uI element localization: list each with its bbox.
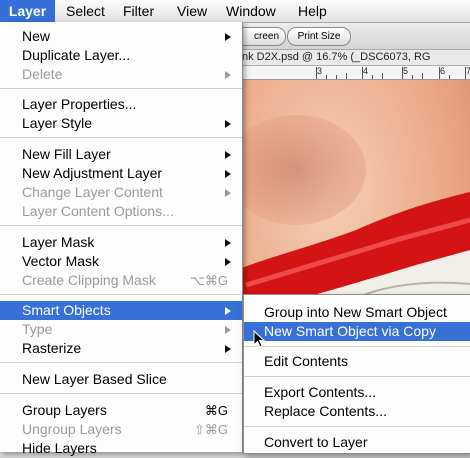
submenu-item-convert-to-layer[interactable]: Convert to Layer (244, 433, 470, 452)
menu-item-delete: Delete (0, 65, 242, 84)
menu-item-layer-properties[interactable]: Layer Properties... (0, 95, 242, 114)
menu-separator (244, 426, 470, 427)
layer-menu: New Duplicate Layer... Delete Layer Prop… (0, 22, 243, 456)
menu-item-label: Delete (22, 66, 63, 82)
triangle-right-icon (225, 71, 231, 79)
triangle-right-icon (225, 345, 231, 353)
menu-select[interactable]: Select (66, 0, 105, 22)
menu-item-type: Type (0, 320, 242, 339)
menu-item-label: New Layer Based Slice (22, 371, 167, 387)
ruler-number: 5 (403, 66, 409, 76)
menu-layer[interactable]: Layer (0, 0, 55, 22)
menu-item-hide-layers[interactable]: Hide Layers (0, 439, 242, 458)
menu-item-duplicate-layer[interactable]: Duplicate Layer... (0, 46, 242, 65)
menu-item-vector-mask[interactable]: Vector Mask (0, 252, 242, 271)
menu-item-label: Layer Properties... (22, 96, 137, 112)
submenu-item-replace-contents[interactable]: Replace Contents... (244, 402, 470, 421)
menu-bar: Layer Select Filter View Window Help (0, 0, 470, 23)
ruler-number: 3 (317, 66, 323, 76)
ruler-number: 4 (363, 66, 369, 76)
menu-separator (244, 376, 470, 377)
menu-item-label: New Fill Layer (22, 146, 111, 162)
triangle-right-icon (225, 326, 231, 334)
menu-separator (244, 346, 470, 347)
horizontal-ruler: 3 4 5 6 7 (236, 66, 470, 80)
menu-item-new[interactable]: New (0, 27, 242, 46)
menu-help[interactable]: Help (298, 0, 327, 22)
menu-item-new-fill-layer[interactable]: New Fill Layer (0, 145, 242, 164)
menu-item-label: Duplicate Layer... (22, 47, 131, 63)
menu-item-label: Create Clipping Mask (22, 272, 156, 288)
shortcut-label: ⇧⌘G (193, 422, 228, 437)
triangle-right-icon (225, 258, 231, 266)
menu-item-label: Group into New Smart Object (264, 304, 447, 320)
menu-item-group-layers[interactable]: Group Layers ⌘G (0, 401, 242, 420)
triangle-right-icon (225, 120, 231, 128)
menu-item-ungroup-layers: Ungroup Layers ⇧⌘G (0, 420, 242, 439)
print-size-button[interactable]: Print Size (287, 27, 351, 46)
menu-item-label: Vector Mask (22, 253, 100, 269)
menu-item-create-clipping-mask: Create Clipping Mask ⌥⌘G (0, 271, 242, 290)
menu-item-label: New (22, 28, 51, 44)
submenu-item-edit-contents[interactable]: Edit Contents (244, 352, 470, 371)
menu-item-label: Replace Contents... (264, 403, 387, 419)
ruler-number: 7 (466, 66, 470, 76)
menu-item-label: Change Layer Content (22, 184, 163, 200)
menu-item-change-layer-content: Change Layer Content (0, 183, 242, 202)
triangle-right-icon (225, 189, 231, 197)
menu-item-label: Ungroup Layers (22, 421, 122, 437)
shortcut-label: ⌘G (204, 403, 228, 418)
menu-item-label: Layer Style (22, 115, 93, 131)
menu-separator (0, 225, 242, 226)
menu-item-label: Group Layers (22, 402, 107, 418)
menu-separator (0, 294, 242, 295)
ruler-number: 6 (440, 66, 446, 76)
triangle-right-icon (225, 33, 231, 41)
arrow-cursor-icon (253, 330, 265, 348)
menu-item-smart-objects[interactable]: Smart Objects (0, 301, 242, 320)
triangle-right-icon (225, 239, 231, 247)
menu-item-label: Layer Content Options... (22, 203, 174, 219)
triangle-right-icon (225, 170, 231, 178)
menu-item-layer-content-options: Layer Content Options... (0, 202, 242, 221)
menu-item-rasterize[interactable]: Rasterize (0, 339, 242, 358)
menu-item-label: Convert to Layer (264, 434, 368, 450)
menu-item-label: Edit Contents (264, 353, 349, 369)
menu-item-layer-style[interactable]: Layer Style (0, 114, 242, 133)
shortcut-label: ⌥⌘G (189, 273, 228, 288)
submenu-item-export-contents[interactable]: Export Contents... (244, 383, 470, 402)
menu-separator (0, 88, 242, 89)
menu-item-label: Export Contents... (264, 384, 377, 400)
menu-item-layer-mask[interactable]: Layer Mask (0, 233, 242, 252)
menu-item-label: New Smart Object via Copy (264, 323, 436, 339)
menu-view[interactable]: View (177, 0, 207, 22)
menu-item-label: Smart Objects (22, 302, 111, 318)
menu-window[interactable]: Window (226, 0, 276, 22)
submenu-item-group-into-new-smart-object[interactable]: Group into New Smart Object (244, 303, 470, 322)
menu-item-label: Type (22, 321, 53, 337)
menu-filter[interactable]: Filter (123, 0, 154, 22)
menu-separator (0, 137, 242, 138)
document-title: nk D2X.psd @ 16.7% (_DSC6073, RG (236, 50, 470, 66)
menu-separator (0, 393, 242, 394)
menu-item-new-adjustment-layer[interactable]: New Adjustment Layer (0, 164, 242, 183)
smart-objects-submenu: Group into New Smart Object New Smart Ob… (243, 294, 470, 454)
menu-item-label: Hide Layers (22, 440, 97, 456)
menu-item-label: Layer Mask (22, 234, 95, 250)
triangle-right-icon (225, 151, 231, 159)
menu-item-label: Rasterize (22, 340, 82, 356)
menu-item-new-layer-based-slice[interactable]: New Layer Based Slice (0, 370, 242, 389)
submenu-item-new-smart-object-via-copy[interactable]: New Smart Object via Copy (244, 322, 470, 341)
menu-separator (0, 362, 242, 363)
triangle-right-icon (225, 307, 231, 315)
menu-item-label: New Adjustment Layer (22, 165, 163, 181)
